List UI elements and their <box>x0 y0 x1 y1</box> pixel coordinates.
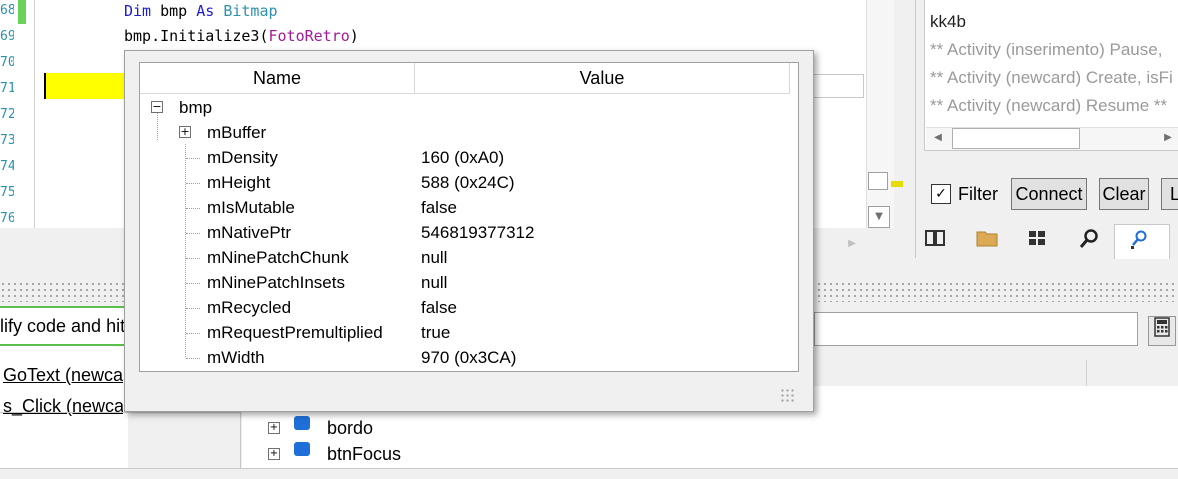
view-icon <box>294 442 310 456</box>
watch-row-name[interactable]: mNativePtr <box>207 220 291 245</box>
tree-line <box>186 258 200 259</box>
grid-icon[interactable] <box>1025 228 1049 252</box>
divider <box>1086 360 1087 386</box>
watch-row-name[interactable]: mNinePatchInsets <box>207 270 345 295</box>
scroll-right-arrow-icon[interactable]: ▶ <box>842 234 862 254</box>
watch-row-name[interactable]: mBuffer <box>207 120 266 145</box>
line-number-gutter: 68 69 70 71 72 73 74 75 76 <box>0 0 35 228</box>
sub-link[interactable]: s_Click (newcard) <box>3 396 123 417</box>
watch-row-name[interactable]: mRecycled <box>207 295 291 320</box>
line-number: 75 <box>0 185 14 200</box>
watch-row-value: 160 (0xA0) <box>421 148 505 167</box>
line-number: 76 <box>0 211 14 226</box>
code-line[interactable]: bmp.Initialize3(FotoRetro) <box>124 25 359 47</box>
tree-line <box>186 283 200 284</box>
clear-button[interactable]: Clear <box>1099 178 1149 210</box>
watch-row-value: false <box>421 198 457 217</box>
watch-row-value: false <box>421 298 457 317</box>
watch-row-value: null <box>421 248 448 267</box>
method-call: bmp.Initialize3( <box>124 27 269 45</box>
collapse-icon[interactable]: − <box>151 101 163 113</box>
scrollbar-marker <box>891 181 903 187</box>
line-number: 68 <box>0 3 14 18</box>
column-header-name[interactable]: Name <box>140 63 415 94</box>
tree-item[interactable]: bordo <box>327 418 373 439</box>
expand-icon[interactable]: + <box>268 422 280 434</box>
log-line: ** Activity (newcard) Resume ** <box>930 96 1168 115</box>
book-icon[interactable] <box>923 228 947 252</box>
scrollbar-thumb[interactable] <box>952 128 1080 149</box>
line-number: 73 <box>0 133 14 148</box>
connect-button[interactable]: Connect <box>1011 178 1087 210</box>
filter-label: Filter <box>958 184 998 204</box>
find-usages-icon[interactable] <box>1128 228 1152 252</box>
editor-vertical-scrollbar[interactable] <box>866 0 894 228</box>
tree-line <box>157 113 158 140</box>
calculator-icon[interactable] <box>1148 316 1176 346</box>
keyword: Dim <box>124 2 152 20</box>
changed-line-marker <box>18 0 26 24</box>
list-button[interactable]: Li <box>1161 178 1178 210</box>
status-bar <box>0 468 1178 479</box>
watch-row-value: true <box>421 323 451 342</box>
scrollbar-thumb[interactable] <box>868 172 888 190</box>
search-input[interactable] <box>814 312 1138 346</box>
view-icon <box>294 416 310 430</box>
line-number: 70 <box>0 55 14 70</box>
keyword: As <box>196 2 215 20</box>
watch-row-value: 588 (0x24C) <box>421 173 515 192</box>
search-icon[interactable] <box>1077 228 1101 252</box>
type-name: Bitmap <box>214 2 278 20</box>
line-highlight-box <box>812 74 864 98</box>
folder-icon[interactable] <box>975 228 999 252</box>
tree-header <box>814 360 1178 387</box>
line-number: 71 <box>0 81 14 96</box>
watch-row-name[interactable]: mNinePatchChunk <box>207 245 349 270</box>
log-line: ** Activity (newcard) Create, isFi <box>930 68 1173 87</box>
watch-row-value: null <box>421 273 448 292</box>
argument: FotoRetro <box>268 27 350 45</box>
current-execution-line <box>44 73 136 99</box>
tree-line <box>186 208 200 209</box>
scroll-left-arrow-icon[interactable]: ◀ <box>930 129 946 147</box>
expand-icon[interactable]: + <box>179 126 191 138</box>
watch-root[interactable]: bmp <box>179 95 212 120</box>
expand-icon[interactable]: + <box>268 448 280 460</box>
tree-item[interactable]: btnFocus <box>327 444 401 468</box>
tree-line <box>186 183 200 184</box>
divider <box>0 412 240 413</box>
tree-line <box>186 333 200 334</box>
watch-row-value: 546819377312 <box>421 223 535 242</box>
tree-line <box>186 158 200 159</box>
filter-checkbox[interactable]: ✓ <box>931 184 951 204</box>
log-line: ** Activity (inserimento) Pause, <box>930 40 1163 59</box>
column-header-value[interactable]: Value <box>415 63 790 94</box>
tree-line <box>185 144 186 357</box>
watch-row-name[interactable]: mRequestPremultiplied <box>207 320 383 345</box>
log-line: kk4b <box>930 12 966 31</box>
watch-row-name[interactable]: mHeight <box>207 170 270 195</box>
paren: ) <box>349 27 359 45</box>
watch-row-value: 970 (0x3CA) <box>421 348 517 367</box>
resize-grip-icon[interactable] <box>780 388 796 404</box>
scroll-down-arrow-icon[interactable]: ▼ <box>868 206 890 228</box>
line-number: 69 <box>0 29 14 44</box>
line-number: 74 <box>0 159 14 174</box>
identifier: bmp <box>151 2 197 20</box>
watch-row-name[interactable]: mIsMutable <box>207 195 295 220</box>
code-line[interactable]: Dim bmp As Bitmap <box>124 0 278 22</box>
hint-box: lify code and hit <box>0 306 126 346</box>
tree-line <box>186 233 200 234</box>
scroll-right-arrow-icon[interactable]: ▶ <box>1160 129 1176 147</box>
watch-row-name[interactable]: mWidth <box>207 345 265 370</box>
sub-link[interactable]: GoText (newcard) <box>3 365 123 386</box>
tree-line <box>186 358 200 359</box>
watch-row-name[interactable]: mDensity <box>207 145 278 170</box>
line-number: 72 <box>0 107 14 122</box>
tree-line <box>186 308 200 309</box>
